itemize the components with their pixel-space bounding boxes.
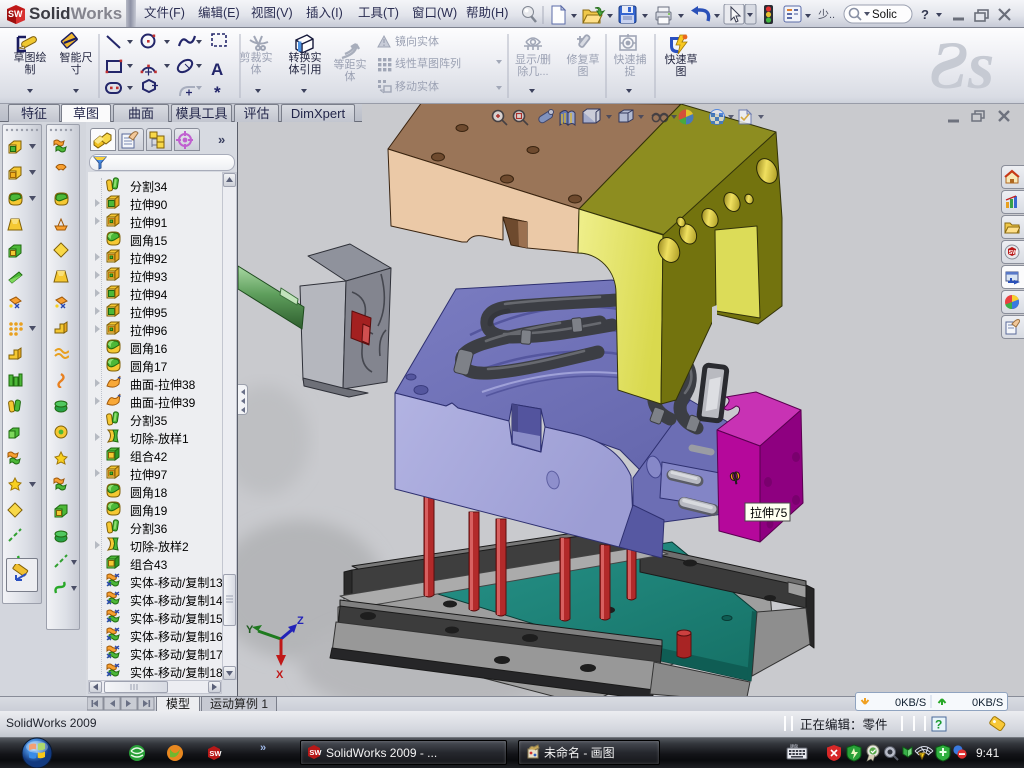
svg-text:0KB/S: 0KB/S	[972, 697, 1003, 709]
svg-text:拉伸75: 拉伸75	[750, 505, 788, 520]
svg-text:0KB/S: 0KB/S	[895, 697, 926, 709]
svg-text:»: »	[218, 132, 225, 147]
svg-text:Solic: Solic	[872, 9, 897, 21]
svg-text:SolidWorks 2009 - ...: SolidWorks 2009 - ...	[326, 746, 437, 760]
svg-text:未命名 - 画图: 未命名 - 画图	[544, 745, 615, 760]
svg-text:?: ?	[935, 718, 942, 732]
svg-text:正在编辑：零件: 正在编辑：零件	[800, 717, 888, 732]
svg-text:*: *	[214, 83, 221, 102]
svg-text:Z: Z	[297, 615, 304, 627]
svg-text:?: ?	[921, 7, 929, 22]
svg-text:键盘: 键盘	[790, 743, 798, 749]
svg-text:SW: SW	[8, 9, 23, 19]
svg-text:SW: SW	[209, 749, 222, 758]
svg-text:少..: 少..	[818, 8, 835, 21]
svg-text:»: »	[260, 742, 266, 754]
svg-text:SW: SW	[309, 748, 322, 757]
svg-text:Y: Y	[246, 624, 254, 636]
svg-text:!: !	[920, 754, 921, 760]
svg-text:A: A	[211, 60, 223, 79]
svg-text:X: X	[276, 669, 284, 681]
svg-text:SW: SW	[1009, 250, 1019, 256]
svg-text:9:41: 9:41	[976, 746, 1000, 760]
